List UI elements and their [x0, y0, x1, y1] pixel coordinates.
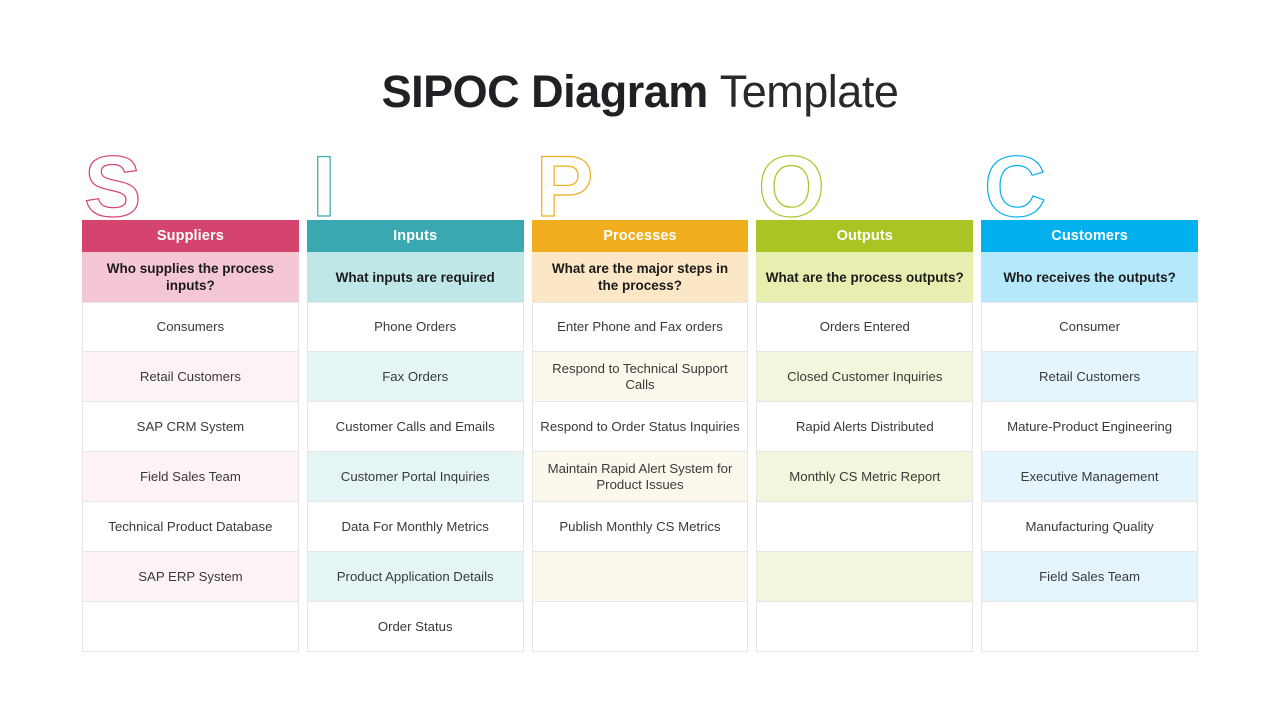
table-cell[interactable]: Retail Customers — [981, 352, 1198, 402]
table-cell[interactable] — [756, 552, 974, 602]
table-cell[interactable]: Customer Portal Inquiries — [306, 452, 524, 502]
page-title-bold: SIPOC Diagram — [381, 66, 709, 117]
sipoc-diagram-page: SIPOC Diagram Template SIPOC Suppliers Wh… — [0, 0, 1280, 720]
table-cell[interactable]: SAP ERP System — [82, 552, 299, 602]
column-customers: Customers Who receives the outputs? Consum… — [981, 220, 1198, 652]
column-header-processes[interactable]: Processes — [531, 220, 749, 252]
table-cell[interactable]: Publish Monthly CS Metrics — [531, 502, 749, 552]
table-cell[interactable] — [82, 602, 299, 652]
column-outputs: Outputs What are the process outputs? Orde… — [756, 220, 974, 652]
column-header-customers[interactable]: Customers — [981, 220, 1198, 252]
column-question-outputs: What are the process outputs? — [756, 252, 974, 302]
table-cell[interactable]: Closed Customer Inquiries — [756, 352, 974, 402]
table-cell[interactable]: Respond to Order Status Inquiries — [531, 402, 749, 452]
column-question-processes: What are the major steps in the process? — [531, 252, 749, 302]
column-processes: Processes What are the major steps in the… — [531, 220, 749, 652]
table-cell[interactable]: Order Status — [306, 602, 524, 652]
table-cell[interactable] — [756, 502, 974, 552]
table-cell[interactable] — [531, 552, 749, 602]
column-question-inputs: What inputs are required — [306, 252, 524, 302]
column-question-customers: Who receives the outputs? — [981, 252, 1198, 302]
table-cell[interactable]: Consumers — [82, 302, 299, 352]
column-header-inputs[interactable]: Inputs — [306, 220, 524, 252]
table-cell[interactable]: Fax Orders — [306, 352, 524, 402]
table-cell[interactable]: SAP CRM System — [82, 402, 299, 452]
table-cell[interactable]: Consumer — [981, 302, 1198, 352]
table-cell[interactable]: Phone Orders — [306, 302, 524, 352]
column-inputs: Inputs What inputs are required Phone Orde… — [306, 220, 524, 652]
table-cell[interactable]: Mature-Product Engineering — [981, 402, 1198, 452]
column-suppliers: Suppliers Who supplies the process inputs… — [82, 220, 299, 652]
table-cell[interactable]: Data For Monthly Metrics — [306, 502, 524, 552]
watermark-letter-o: O — [757, 139, 825, 235]
column-header-outputs[interactable]: Outputs — [756, 220, 974, 252]
watermark-letter-s: S — [83, 139, 142, 235]
table-cell[interactable]: Rapid Alerts Distributed — [756, 402, 974, 452]
table-cell[interactable]: Retail Customers — [82, 352, 299, 402]
table-cell[interactable] — [531, 602, 749, 652]
table-cell[interactable]: Customer Calls and Emails — [306, 402, 524, 452]
table-cell[interactable]: Monthly CS Metric Report — [756, 452, 974, 502]
page-title-light: Template — [719, 66, 899, 117]
table-cell[interactable] — [981, 602, 1198, 652]
watermark-letters: SIPOC — [0, 143, 1280, 230]
table-cell[interactable]: Maintain Rapid Alert System for Product … — [531, 452, 749, 502]
watermark-letter-i: I — [311, 139, 336, 235]
sipoc-table: Suppliers Who supplies the process inputs… — [82, 220, 1198, 652]
column-header-suppliers[interactable]: Suppliers — [82, 220, 299, 252]
table-cell[interactable]: Manufacturing Quality — [981, 502, 1198, 552]
watermark-letter-c: C — [983, 139, 1047, 235]
column-question-suppliers: Who supplies the process inputs? — [82, 252, 299, 302]
table-cell[interactable]: Executive Management — [981, 452, 1198, 502]
table-cell[interactable] — [756, 602, 974, 652]
table-cell[interactable]: Field Sales Team — [82, 452, 299, 502]
table-cell[interactable]: Technical Product Database — [82, 502, 299, 552]
table-cell[interactable]: Field Sales Team — [981, 552, 1198, 602]
table-cell[interactable]: Product Application Details — [306, 552, 524, 602]
table-cell[interactable]: Orders Entered — [756, 302, 974, 352]
watermark-letter-p: P — [535, 139, 594, 235]
table-cell[interactable]: Respond to Technical Support Calls — [531, 352, 749, 402]
table-cell[interactable]: Enter Phone and Fax orders — [531, 302, 749, 352]
page-title: SIPOC Diagram Template — [0, 62, 1280, 122]
